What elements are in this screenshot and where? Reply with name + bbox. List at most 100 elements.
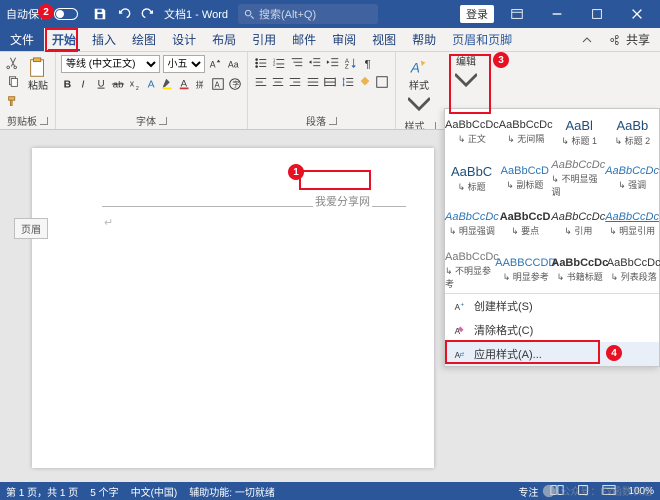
style-gallery-item[interactable]: AaBbC↳ 标题: [445, 155, 498, 201]
strikethrough-icon[interactable]: ab: [111, 76, 126, 92]
align-distributed-icon[interactable]: [323, 74, 338, 90]
bold-icon[interactable]: B: [61, 76, 76, 92]
undo-icon[interactable]: [116, 6, 132, 22]
style-gallery-item[interactable]: AaBl↳ 标题 1: [553, 109, 606, 155]
header-text[interactable]: 我爱分享网: [313, 192, 372, 210]
apply-styles-action[interactable]: A⇄ 应用样式(A)...: [445, 342, 659, 366]
grow-font-icon[interactable]: A: [208, 56, 224, 72]
increase-indent-icon[interactable]: [325, 55, 341, 71]
styles-button[interactable]: A 样式: [401, 55, 437, 118]
dialog-launcher-icon[interactable]: [329, 117, 337, 125]
status-words[interactable]: 5 个字: [90, 484, 118, 499]
tab-references[interactable]: 引用: [244, 28, 284, 51]
style-gallery-item[interactable]: AaBbCcDc↳ 明显引用: [605, 201, 659, 247]
decrease-indent-icon[interactable]: [307, 55, 323, 71]
clear-format-action[interactable]: A 清除格式(C): [445, 318, 659, 342]
shading-icon[interactable]: [357, 74, 372, 90]
share-button[interactable]: 共享: [600, 28, 660, 51]
search-container: 搜索(Alt+Q): [238, 4, 450, 24]
callout-3: 3: [493, 52, 509, 68]
align-center-icon[interactable]: [270, 74, 285, 90]
style-gallery-item[interactable]: AABBCCDD↳ 明显参考: [499, 247, 553, 293]
style-label: ↳ 要点: [511, 224, 539, 237]
login-button[interactable]: 登录: [460, 5, 494, 23]
close-icon[interactable]: [620, 0, 654, 28]
subscript-icon[interactable]: x2: [128, 76, 143, 92]
create-style-action[interactable]: A+ 创建样式(S): [445, 294, 659, 318]
show-marks-icon[interactable]: ¶: [361, 55, 377, 71]
maximize-icon[interactable]: [580, 0, 614, 28]
style-gallery-item[interactable]: AaBbCcDc↳ 列表段落: [607, 247, 660, 293]
style-preview: AaBbCcDc: [551, 211, 605, 223]
align-justify-icon[interactable]: [305, 74, 320, 90]
font-size-select[interactable]: 小五: [163, 55, 205, 73]
tab-design[interactable]: 设计: [164, 28, 204, 51]
status-page[interactable]: 第 1 页，共 1 页: [6, 484, 78, 499]
save-icon[interactable]: [92, 6, 108, 22]
ribbon-display-icon[interactable]: [500, 0, 534, 28]
highlight-icon[interactable]: [161, 76, 176, 92]
style-gallery-item[interactable]: AaBbCcDc↳ 书籍标题: [553, 247, 607, 293]
numbering-icon[interactable]: 12: [271, 55, 287, 71]
style-preview: AaBbCcD: [501, 165, 549, 177]
svg-text:A: A: [215, 81, 221, 90]
format-painter-icon[interactable]: [5, 93, 21, 109]
minimize-icon[interactable]: [540, 0, 574, 28]
style-gallery-item[interactable]: AaBbCcD↳ 要点: [499, 201, 552, 247]
style-gallery-item[interactable]: AaBbCcD↳ 副标题: [498, 155, 551, 201]
style-gallery-item[interactable]: AaBb↳ 标题 2: [606, 109, 659, 155]
editing-button[interactable]: 编辑: [449, 55, 483, 94]
font-color-icon[interactable]: A: [177, 76, 192, 92]
tab-mailings[interactable]: 邮件: [284, 28, 324, 51]
tab-draw[interactable]: 绘图: [124, 28, 164, 51]
sort-icon[interactable]: AZ: [343, 55, 359, 71]
change-case-icon[interactable]: Aa: [226, 56, 242, 72]
create-style-icon: A+: [453, 300, 466, 313]
dialog-launcher-icon[interactable]: [40, 117, 48, 125]
status-lang[interactable]: 中文(中国): [131, 484, 178, 499]
enclose-char-icon[interactable]: 字: [227, 76, 242, 92]
search-input[interactable]: 搜索(Alt+Q): [238, 4, 378, 24]
style-gallery-item[interactable]: AaBbCcDc↳ 无间隔: [499, 109, 553, 155]
style-gallery-item[interactable]: AaBbCcDc↳ 不明显强调: [551, 155, 605, 201]
tab-layout[interactable]: 布局: [204, 28, 244, 51]
underline-icon[interactable]: U: [94, 76, 109, 92]
font-name-select[interactable]: 等线 (中文正文): [61, 55, 160, 73]
ribbon-collapse-icon[interactable]: [574, 28, 600, 51]
multilevel-icon[interactable]: [289, 55, 305, 71]
tab-file[interactable]: 文件: [0, 28, 44, 51]
tab-insert[interactable]: 插入: [84, 28, 124, 51]
paste-button[interactable]: 粘贴: [25, 55, 51, 94]
borders-icon[interactable]: [375, 74, 390, 90]
line-spacing-icon[interactable]: [340, 74, 355, 90]
char-border-icon[interactable]: A: [211, 76, 226, 92]
status-focus[interactable]: 专注: [518, 484, 538, 499]
style-gallery-item[interactable]: AaBbCcDc↳ 不明显参考: [445, 247, 499, 293]
tab-view[interactable]: 视图: [364, 28, 404, 51]
style-gallery-item[interactable]: AaBbCcDc↳ 强调: [605, 155, 659, 201]
redo-icon[interactable]: [140, 6, 156, 22]
copy-icon[interactable]: [5, 74, 21, 90]
tab-home[interactable]: 开始: [44, 28, 84, 51]
tab-header-footer[interactable]: 页眉和页脚: [444, 28, 520, 51]
style-label: ↳ 列表段落: [611, 270, 657, 283]
dialog-launcher-icon[interactable]: [428, 122, 436, 130]
ribbon-tabs: 文件 开始 插入 绘图 设计 布局 引用 邮件 审阅 视图 帮助 页眉和页脚 共…: [0, 28, 660, 52]
style-gallery-item[interactable]: AaBbCcDc↳ 正文: [445, 109, 499, 155]
align-left-icon[interactable]: [253, 74, 268, 90]
italic-icon[interactable]: I: [78, 76, 93, 92]
bullets-icon[interactable]: [253, 55, 269, 71]
dialog-launcher-icon[interactable]: [159, 117, 167, 125]
pinyin-icon[interactable]: 拼: [194, 76, 209, 92]
tab-review[interactable]: 审阅: [324, 28, 364, 51]
style-preview: AaBbC: [451, 164, 492, 179]
style-gallery-item[interactable]: AaBbCcDc↳ 明显强调: [445, 201, 499, 247]
style-label: ↳ 明显引用: [609, 224, 655, 237]
status-accessibility[interactable]: 辅助功能: 一切就绪: [189, 484, 275, 499]
style-gallery-item[interactable]: AaBbCcDc↳ 引用: [551, 201, 605, 247]
cut-icon[interactable]: [5, 55, 21, 71]
align-right-icon[interactable]: [288, 74, 303, 90]
svg-text:⇄: ⇄: [460, 351, 465, 358]
text-effects-icon[interactable]: A: [144, 76, 159, 92]
tab-help[interactable]: 帮助: [404, 28, 444, 51]
